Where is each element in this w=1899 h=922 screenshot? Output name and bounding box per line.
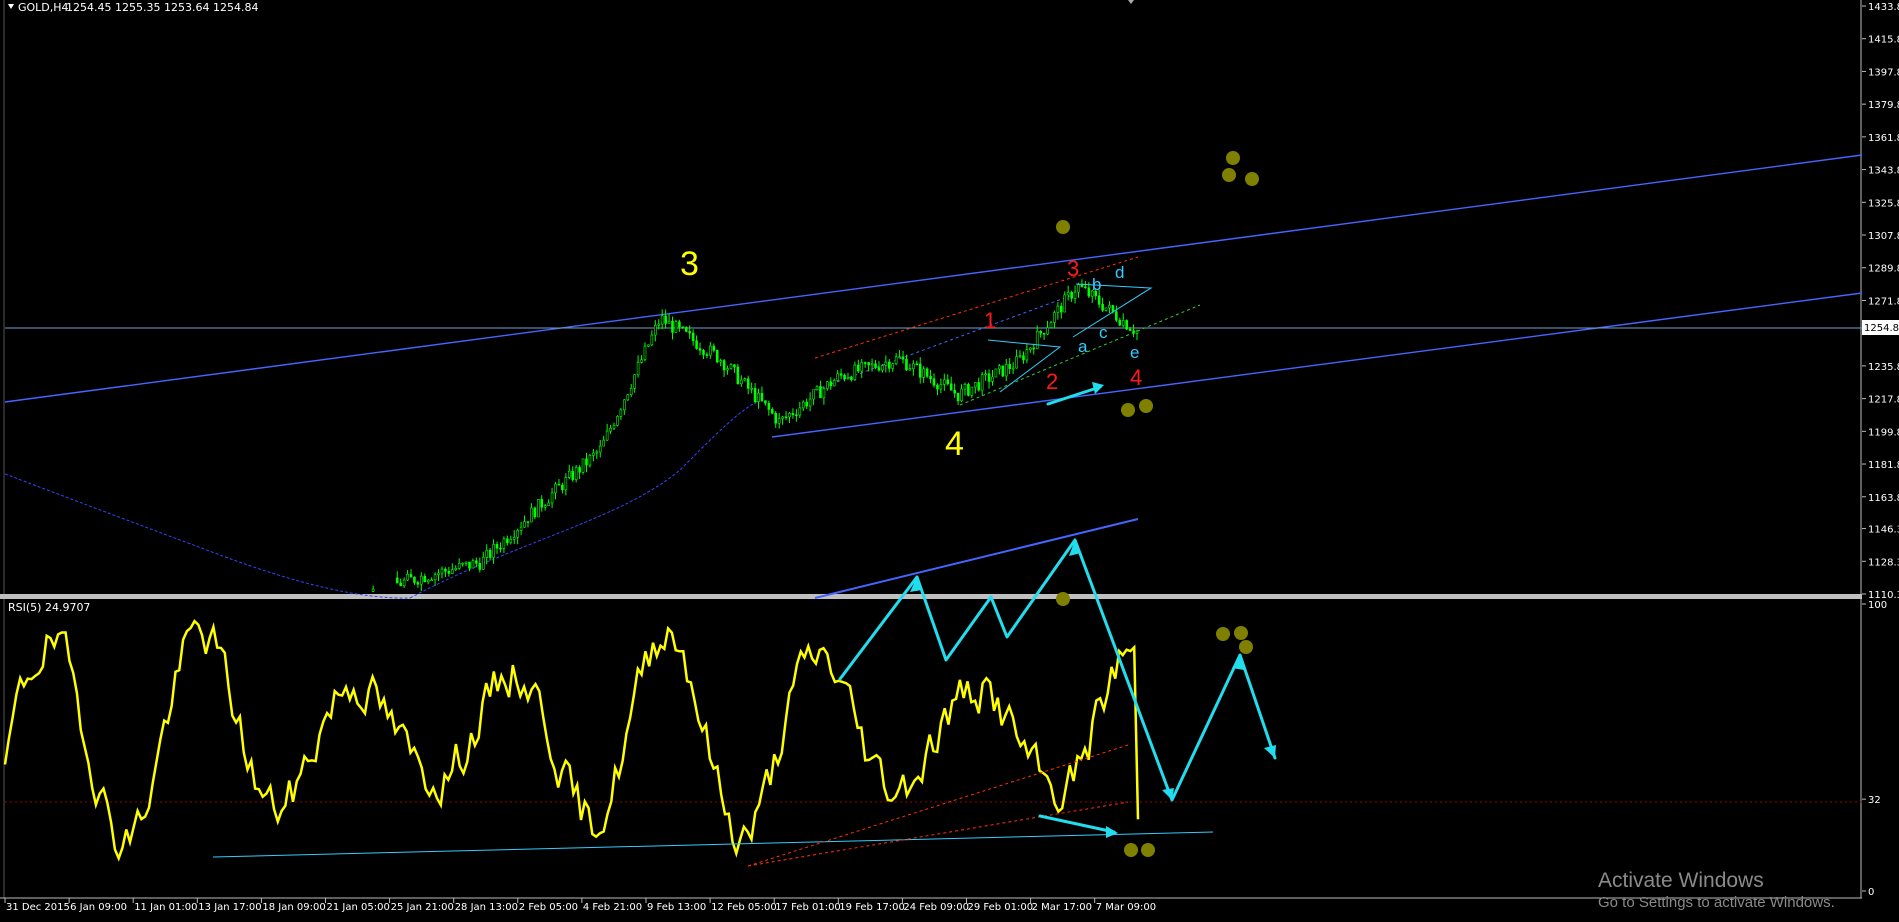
time-tick-label: 4 Feb 21:00 — [583, 902, 642, 913]
dot — [1222, 168, 1236, 182]
dot — [1139, 399, 1153, 413]
candle — [674, 319, 678, 333]
time-tick-label: 13 Jan 17:00 — [198, 902, 261, 913]
candle — [574, 464, 578, 483]
price-tick-label: 1379.85 — [1868, 100, 1899, 111]
price-tick-label: 1433.85 — [1868, 2, 1899, 13]
candle — [533, 506, 537, 520]
time-tick-label: 24 Feb 09:00 — [903, 902, 969, 913]
wave-red-1: 1 — [984, 308, 996, 333]
watermark-line1: Activate Windows — [1598, 869, 1764, 892]
dot — [1245, 172, 1259, 186]
dot — [1141, 843, 1155, 857]
time-tick-label: 31 Dec 2015 — [6, 902, 70, 913]
candle — [1063, 291, 1067, 313]
price-axis: 1433.85 1415.85 1397.85 1379.85 1361.85 1343.… — [1862, 2, 1899, 601]
price-tick-label: 1128.35 — [1868, 557, 1899, 568]
dot — [1234, 626, 1248, 640]
time-tick-label: 2 Mar 17:00 — [1032, 902, 1092, 913]
time-tick-label: 25 Jan 21:00 — [391, 902, 454, 913]
candle — [715, 349, 719, 364]
time-tick-label: 21 Jan 05:00 — [327, 902, 390, 913]
time-tick-label: 11 Jan 01:00 — [134, 902, 197, 913]
rsi-header: RSI(5) 24.9707 — [8, 601, 90, 614]
price-tick-label: 1289.85 — [1868, 264, 1899, 275]
wave-label-3: 3 — [680, 245, 699, 283]
candle — [925, 367, 929, 378]
candle — [616, 415, 619, 427]
dot — [1056, 592, 1070, 606]
time-tick-label: 18 Jan 09:00 — [262, 902, 325, 913]
price-tick-label: 1415.85 — [1868, 35, 1899, 46]
time-tick-label: 6 Jan 09:00 — [70, 902, 127, 913]
candle — [684, 326, 688, 333]
candle — [581, 458, 585, 475]
time-tick-label: 29 Feb 01:00 — [968, 902, 1034, 913]
symbol-label: GOLD,H4 — [18, 1, 69, 14]
price-tick-label: 1343.85 — [1868, 166, 1899, 177]
time-tick-label: 2 Feb 05:00 — [519, 902, 578, 913]
price-tick-label: 1146.35 — [1868, 525, 1899, 536]
wave-red-2: 2 — [1046, 369, 1058, 394]
dot — [1239, 640, 1253, 654]
ohlc-label: 1254.45 1255.35 1253.64 1254.84 — [66, 1, 258, 14]
wave-cyan-c: c — [1099, 323, 1108, 342]
time-tick-label: 28 Jan 13:00 — [455, 902, 518, 913]
candle — [994, 368, 998, 378]
wave-cyan-b: b — [1092, 275, 1101, 294]
wave-red-3: 3 — [1067, 256, 1079, 281]
wave-red-4: 4 — [1130, 365, 1142, 390]
candle — [967, 382, 970, 397]
chart-window[interactable]: GOLD,H4 1254.45 1255.35 1253.64 1254.84 … — [0, 0, 1899, 922]
current-price-label: 1254.84 — [1864, 323, 1899, 334]
candle — [1001, 365, 1005, 378]
price-tick-label: 1199.85 — [1868, 427, 1899, 438]
time-tick-label: 12 Feb 05:00 — [711, 902, 777, 913]
candle — [736, 363, 740, 385]
price-tick-label: 1325.85 — [1868, 198, 1899, 209]
wave-label-4: 4 — [945, 425, 964, 463]
wave-cyan-d: d — [1115, 263, 1124, 282]
wave-cyan-a: a — [1078, 337, 1088, 356]
dot — [1056, 220, 1070, 234]
price-tick-label: 1217.85 — [1868, 395, 1899, 406]
dot — [1216, 627, 1230, 641]
time-tick-label: 7 Mar 09:00 — [1096, 902, 1156, 913]
rsi-tick-label: 0 — [1868, 887, 1874, 898]
candle — [1125, 319, 1128, 331]
rsi-tick-label: 100 — [1868, 600, 1887, 611]
price-tick-label: 1307.85 — [1868, 231, 1899, 242]
price-tick-label: 1361.85 — [1868, 133, 1899, 144]
price-tick-label: 1397.85 — [1868, 67, 1899, 78]
price-tick-label: 1163.85 — [1868, 493, 1899, 504]
time-tick-label: 9 Feb 13:00 — [647, 902, 706, 913]
candle — [537, 499, 540, 518]
price-tick-label: 1181.85 — [1868, 460, 1899, 471]
dot — [1226, 151, 1240, 165]
candle — [626, 394, 630, 402]
dot — [1121, 403, 1135, 417]
rsi-tick-label: 32 — [1868, 795, 1881, 806]
price-tick-label: 1271.85 — [1868, 296, 1899, 307]
time-tick-label: 19 Feb 17:00 — [839, 902, 905, 913]
price-tick-label: 1235.85 — [1868, 362, 1899, 373]
dot — [1124, 843, 1138, 857]
watermark-line2: Go to Settings to activate Windows. — [1598, 894, 1835, 911]
wave-cyan-e: e — [1130, 343, 1139, 362]
windows-activation-watermark: Activate Windows Go to Settings to activ… — [1598, 868, 1835, 912]
chart-area[interactable] — [0, 0, 1862, 922]
rsi-axis: 100 32 0 — [1862, 600, 1887, 898]
panel-separator[interactable] — [0, 594, 1862, 599]
time-tick-label: 17 Feb 01:00 — [775, 902, 841, 913]
